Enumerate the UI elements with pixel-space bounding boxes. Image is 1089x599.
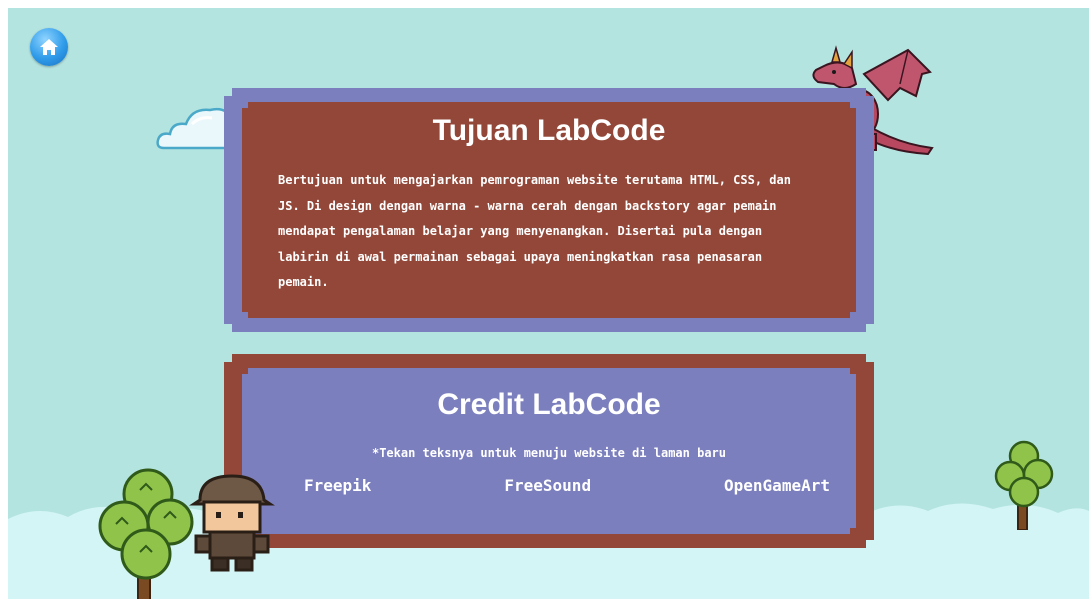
credit-note: *Tekan teksnya untuk menuju website di l… bbox=[371, 446, 726, 460]
tujuan-line: mendapat pengalaman belajar yang menyena… bbox=[278, 224, 763, 238]
home-button[interactable] bbox=[30, 28, 68, 66]
credit-link-freepik[interactable]: Freepik bbox=[304, 476, 371, 495]
tujuan-title: Tujuan LabCode bbox=[432, 114, 666, 147]
credit-panel: Credit LabCode *Tekan teksnya untuk menu… bbox=[224, 354, 874, 548]
credit-links: Freepik FreeSound OpenGameArt bbox=[304, 476, 830, 495]
credit-link-freesound[interactable]: FreeSound bbox=[504, 476, 591, 495]
credit-link-opengameart[interactable]: OpenGameArt bbox=[724, 476, 830, 495]
tree-left bbox=[98, 468, 194, 599]
tujuan-line: labirin di awal permainan sebagai upaya … bbox=[278, 249, 763, 264]
tujuan-panel: Tujuan LabCode Bertujuan untuk mengajark… bbox=[224, 88, 874, 332]
tujuan-description: Bertujuan untuk mengajarkan pemrograman … bbox=[278, 168, 816, 296]
tujuan-line: Bertujuan untuk mengajarkan pemrograman … bbox=[278, 173, 791, 187]
soldier-sprite bbox=[189, 474, 275, 572]
home-icon bbox=[40, 39, 58, 55]
game-scene: Tujuan LabCode Bertujuan untuk mengajark… bbox=[8, 8, 1089, 599]
tujuan-line: pemain. bbox=[278, 275, 329, 289]
tujuan-line: JS. Di design dengan warna - warna cerah… bbox=[278, 198, 777, 213]
tree-right bbox=[994, 440, 1054, 530]
credit-title: Credit LabCode bbox=[437, 388, 661, 421]
